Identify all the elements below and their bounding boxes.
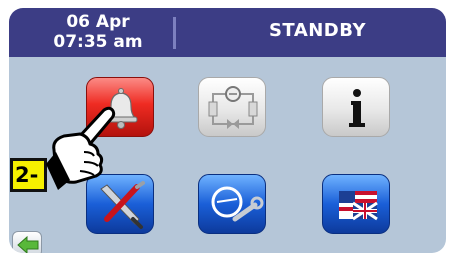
time-text: 07:35 am bbox=[53, 32, 143, 52]
refrigeration-circuit-button[interactable] bbox=[198, 77, 266, 137]
info-icon bbox=[349, 89, 365, 127]
unit-status: STANDBY bbox=[268, 20, 367, 41]
datetime-display: 06 Apr 07:35 am bbox=[33, 12, 163, 52]
compressor-wrench-icon bbox=[211, 186, 264, 222]
compressor-service-button[interactable] bbox=[198, 174, 266, 234]
hand-pointer-icon bbox=[46, 106, 116, 190]
header-divider bbox=[173, 17, 176, 49]
refrigeration-circuit-icon bbox=[208, 86, 258, 129]
info-button[interactable] bbox=[322, 77, 390, 137]
back-button[interactable] bbox=[12, 231, 42, 253]
back-arrow-icon bbox=[17, 236, 39, 253]
date-text: 06 Apr bbox=[66, 12, 130, 32]
language-button[interactable] bbox=[322, 174, 390, 234]
language-flag-icon bbox=[339, 191, 378, 221]
status-header: 06 Apr 07:35 am STANDBY bbox=[9, 8, 446, 57]
